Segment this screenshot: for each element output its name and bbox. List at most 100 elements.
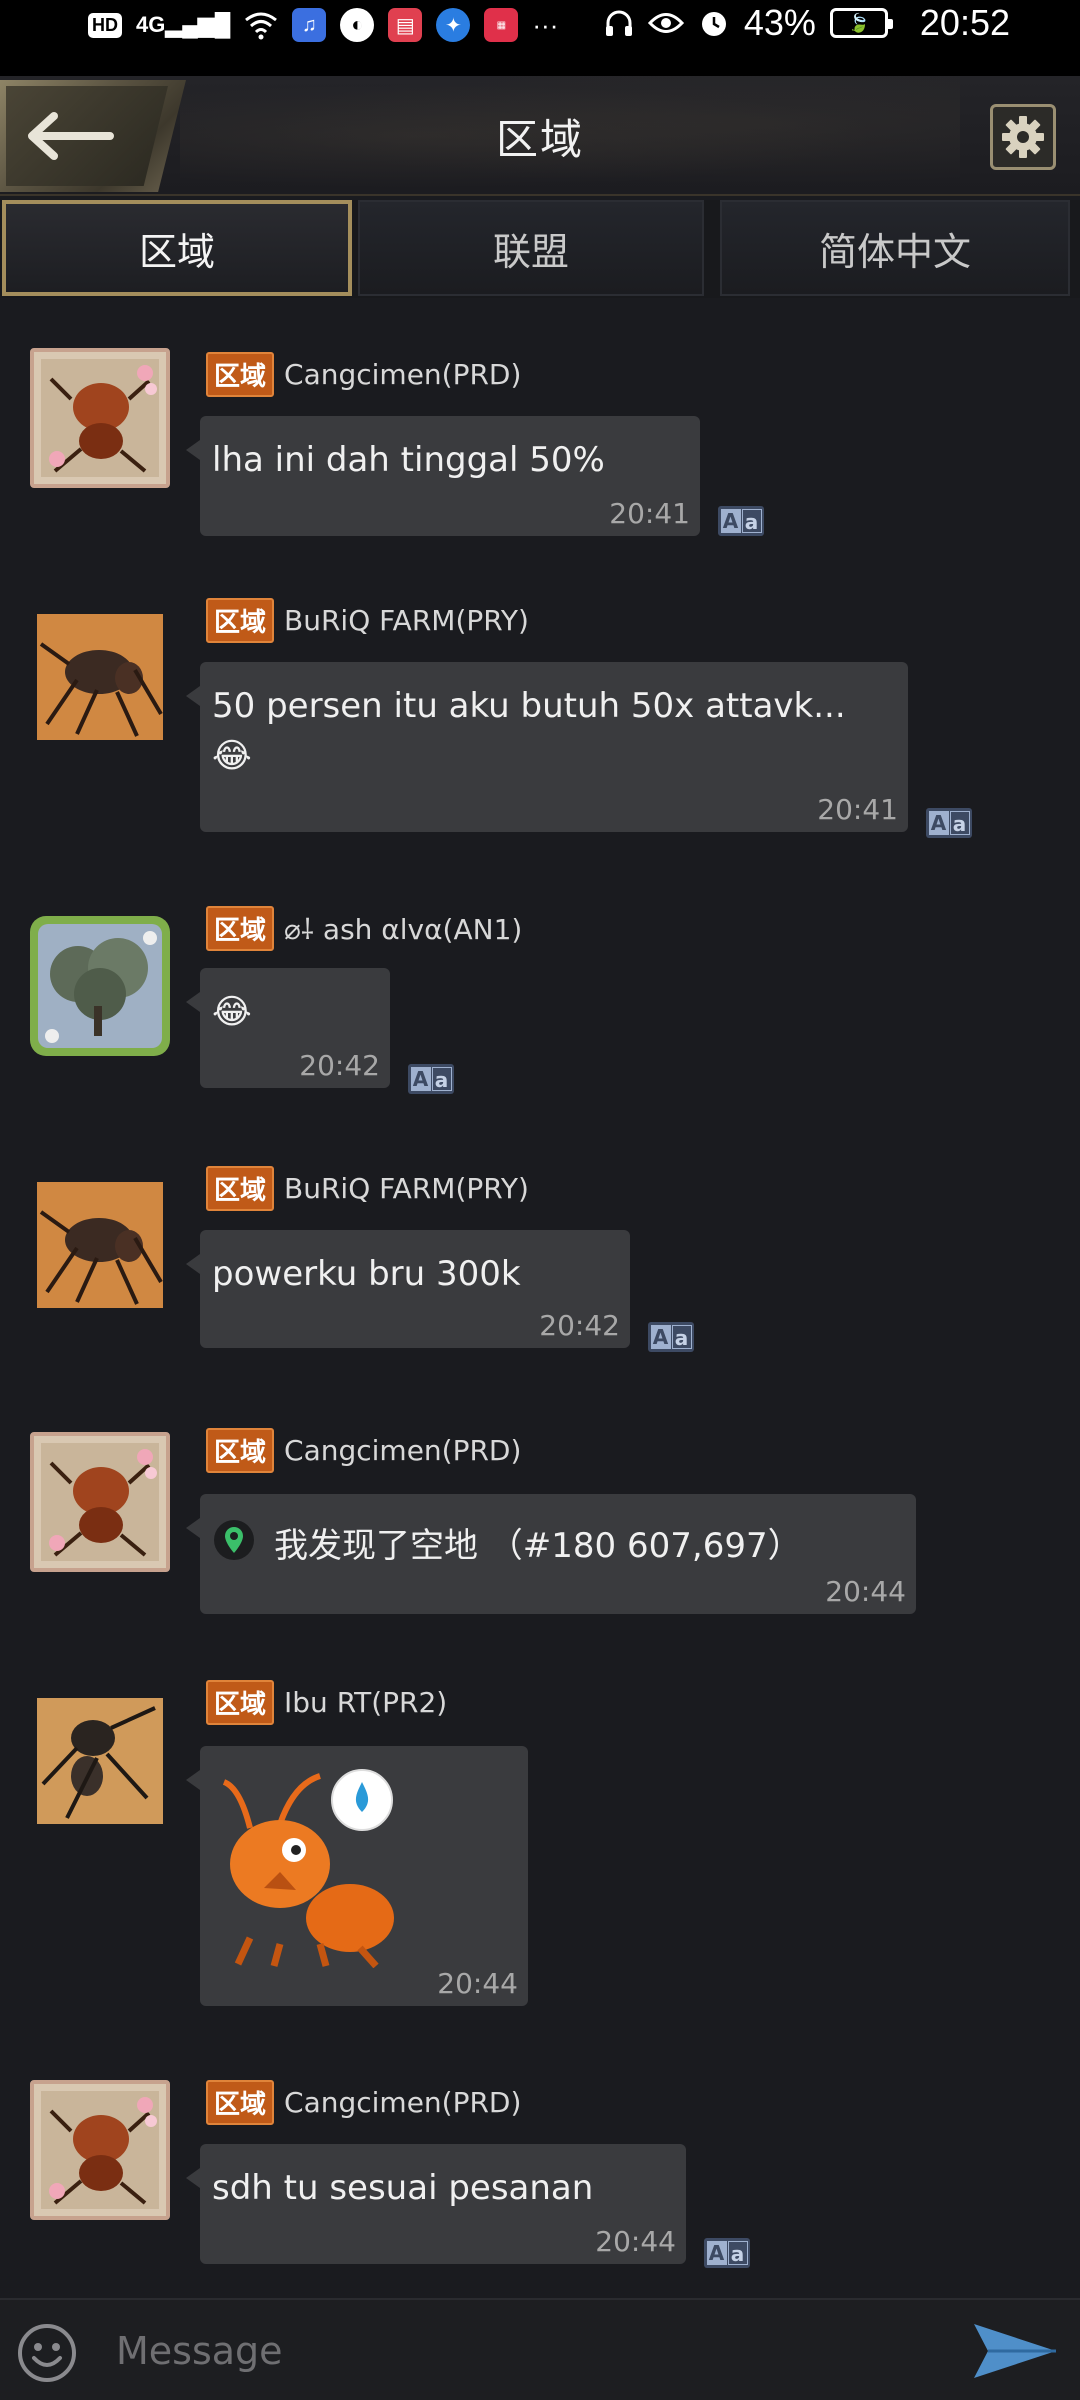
message-bubble[interactable]: 我发现了空地 （#180 607,697） 20:44 [186, 1494, 916, 1614]
ant-avatar-icon [37, 614, 163, 740]
chat-message: 区域 BuRiQ FARM(PRY) 50 persen itu aku but… [0, 598, 1080, 858]
tab-label: 区域 [138, 229, 215, 274]
sender-row: 区域 Cangcimen(PRD) [206, 1428, 521, 1473]
sender-row: 区域 Cangcimen(PRD) [206, 352, 521, 397]
chat-message: 区域 Ibu RT(PR2) 20:44 [0, 1680, 1080, 2040]
huawei-app-icon: ▦ [484, 8, 519, 42]
status-right-icons: 43% 🍃 20:52 [604, 2, 1010, 44]
hd-icon: HD [88, 12, 122, 38]
emoji-icon[interactable] [16, 2322, 78, 2384]
translate-icon[interactable]: Aa [718, 506, 764, 536]
sender-row: 区域 ⌀⸸ ash αlvα(AN1) [206, 906, 522, 951]
avatar[interactable] [37, 1698, 163, 1824]
sender-row: 区域 Ibu RT(PR2) [206, 1680, 447, 1725]
ant-sweat-sticker-icon [222, 1769, 394, 1968]
message-text: lha ini dah tinggal 50% [212, 440, 605, 480]
music-app-icon: ♫ [292, 8, 327, 42]
signal-icon: 4G▂▄▆█ [136, 12, 231, 37]
sender-name[interactable]: BuRiQ FARM(PRY) [284, 1172, 529, 1205]
chat-message: 区域 Cangcimen(PRD) 我发现了空地 （#180 607,697） … [0, 1422, 1080, 1642]
sender-name[interactable]: Ibu RT(PR2) [284, 1686, 447, 1719]
tab-label: 简体中文 [818, 229, 971, 274]
region-badge: 区域 [206, 2080, 275, 2125]
sender-name[interactable]: Cangcimen(PRD) [284, 1434, 521, 1467]
avatar[interactable] [37, 614, 163, 740]
ant-avatar-icon [41, 2091, 159, 2209]
location-pin-icon[interactable] [214, 1520, 254, 1560]
region-badge: 区域 [206, 1680, 275, 1725]
translate-icon[interactable]: Aa [648, 1322, 694, 1352]
message-emoji: 😂 [212, 736, 252, 776]
sticker-bubble[interactable]: 20:44 [186, 1746, 528, 2006]
chat-message: 区域 BuRiQ FARM(PRY) powerku bru 300k 20:4… [0, 1166, 1080, 1386]
sender-name[interactable]: ⌀⸸ ash αlvα(AN1) [284, 910, 522, 948]
battery-icon: 🍃 [829, 8, 893, 38]
region-badge: 区域 [206, 1166, 275, 1211]
message-time: 20:44 [825, 1575, 906, 1608]
avatar[interactable] [30, 348, 170, 488]
message-input[interactable] [116, 2316, 936, 2386]
status-bar: HD 4G▂▄▆█ ♫ ◐ ▤ ✦ ▦ ··· 43% 🍃 20:52 [0, 0, 1080, 76]
message-text: sdh tu sesuai pesanan [212, 2168, 594, 2208]
send-icon[interactable] [970, 2318, 1060, 2384]
avatar[interactable] [37, 1182, 163, 1308]
ant-avatar-icon [37, 1182, 163, 1308]
avatar[interactable] [30, 916, 170, 1056]
message-time: 20:41 [609, 497, 690, 530]
network-label: 4G [136, 12, 166, 37]
ant-avatar-icon [41, 1443, 159, 1561]
chat-message: 区域 Cangcimen(PRD) lha ini dah tinggal 50… [0, 340, 1080, 540]
ant-avatar-icon [37, 1698, 163, 1824]
sender-row: 区域 BuRiQ FARM(PRY) [206, 598, 529, 643]
message-text: 50 persen itu aku butuh 50x attavk... [212, 686, 846, 726]
sender-row: 区域 BuRiQ FARM(PRY) [206, 1166, 529, 1211]
message-time: 20:42 [299, 1049, 380, 1082]
region-badge: 区域 [206, 598, 275, 643]
tree-photo-avatar-icon [38, 924, 162, 1048]
tab-language[interactable]: 简体中文 [720, 200, 1070, 296]
settings-button[interactable] [990, 104, 1056, 170]
avatar[interactable] [30, 1432, 170, 1572]
region-badge: 区域 [206, 906, 275, 951]
chat-message: 区域 ⌀⸸ ash αlvα(AN1) 😂 20:42 Aa [0, 906, 1080, 1126]
message-bubble[interactable]: lha ini dah tinggal 50% 20:41 [186, 416, 700, 536]
avatar[interactable] [30, 2080, 170, 2220]
message-bubble[interactable]: sdh tu sesuai pesanan 20:44 [186, 2144, 686, 2264]
tab-alliance[interactable]: 联盟 [358, 200, 704, 296]
battery-percent: 43% [743, 2, 816, 43]
tab-region[interactable]: 区域 [2, 200, 352, 296]
message-time: 20:44 [437, 1967, 518, 2000]
message-time: 20:42 [539, 1309, 620, 1342]
translate-icon[interactable]: Aa [704, 2238, 750, 2268]
header-bar: 区域 [0, 76, 1080, 196]
sender-name[interactable]: BuRiQ FARM(PRY) [284, 604, 529, 637]
tab-label: 联盟 [492, 229, 569, 274]
headphones-icon [604, 8, 634, 38]
message-bubble[interactable]: 50 persen itu aku butuh 50x attavk... 😂 … [186, 662, 908, 832]
alarm-icon [698, 7, 730, 39]
page-title: 区域 [495, 115, 584, 164]
region-badge: 区域 [206, 1428, 275, 1473]
sender-row: 区域 Cangcimen(PRD) [206, 2080, 521, 2125]
message-composer [0, 2298, 1080, 2400]
translate-icon[interactable]: Aa [408, 1064, 454, 1094]
books-app-icon: ▤ [388, 8, 423, 42]
sender-name[interactable]: Cangcimen(PRD) [284, 2086, 521, 2119]
message-bubble[interactable]: 😂 20:42 [186, 968, 390, 1088]
message-text: powerku bru 300k [212, 1254, 521, 1294]
more-notifications-icon: ··· [532, 9, 559, 40]
region-badge: 区域 [206, 352, 275, 397]
message-bubble[interactable]: powerku bru 300k 20:42 [186, 1230, 630, 1348]
message-text[interactable]: 我发现了空地 （#180 607,697） [274, 1518, 802, 1567]
clock: 20:52 [919, 2, 1010, 43]
message-emoji: 😂 [212, 992, 252, 1032]
chat-list[interactable]: 区域 Cangcimen(PRD) lha ini dah tinggal 50… [0, 300, 1080, 2298]
sender-name[interactable]: Cangcimen(PRD) [284, 358, 521, 391]
wifi-icon [244, 10, 278, 40]
translate-icon[interactable]: Aa [926, 808, 972, 838]
channel-tabs: 区域 联盟 简体中文 [0, 200, 1080, 298]
eye-comfort-icon [647, 10, 684, 36]
tips-app-icon: ✦ [436, 8, 471, 42]
ant-avatar-icon [41, 359, 159, 477]
status-left-icons: HD 4G▂▄▆█ ♫ ◐ ▤ ✦ ▦ ··· [88, 8, 558, 42]
